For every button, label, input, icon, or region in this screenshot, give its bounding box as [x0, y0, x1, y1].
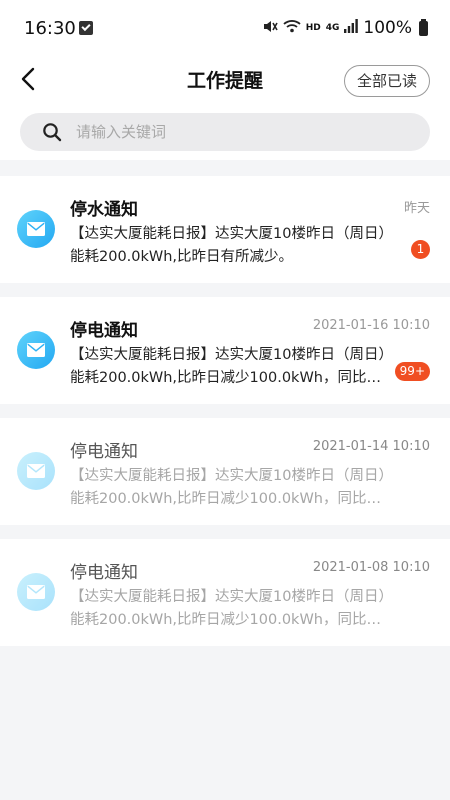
message-title: 停电通知 [70, 563, 138, 583]
envelope-icon [17, 573, 55, 611]
message-body: 【达实大厦能耗日报】达实大厦10楼昨日（周日）能耗200.0kWh,比昨日减少1… [70, 468, 386, 507]
message-card-1[interactable]: 停水通知 昨天 【达实大厦能耗日报】达实大厦10楼昨日（周日）能耗200.0kW… [0, 176, 450, 283]
message-title: 停电通知 [70, 442, 138, 462]
message-card-4[interactable]: 停电通知 2021-01-08 10:10 【达实大厦能耗日报】达实大厦10楼昨… [0, 539, 450, 646]
status-time: 16:30 [24, 18, 76, 39]
signal-icon [344, 19, 359, 37]
battery-percent: 100% [363, 18, 412, 38]
unread-badge: 1 [411, 240, 430, 259]
message-body: 【达实大厦能耗日报】达实大厦10楼昨日（周日）能耗200.0kWh,比昨日减少1… [70, 347, 386, 386]
network-type: 4G [325, 23, 340, 33]
message-card-3[interactable]: 停电通知 2021-01-14 10:10 【达实大厦能耗日报】达实大厦10楼昨… [0, 418, 450, 525]
search-input[interactable] [76, 113, 416, 151]
message-time: 2021-01-08 10:10 [312, 560, 430, 575]
unread-badge: 99+ [394, 362, 430, 381]
message-body: 【达实大厦能耗日报】达实大厦10楼昨日（周日）能耗200.0kWh,比昨日有所减… [70, 226, 386, 265]
message-body: 【达实大厦能耗日报】达实大厦10楼昨日（周日）能耗200.0kWh,比昨日减少1… [70, 589, 386, 628]
message-time: 2021-01-14 10:10 [312, 439, 430, 454]
status-indicators: HD 4G 100% [262, 18, 428, 38]
message-time: 2021-01-16 10:10 [312, 318, 430, 333]
mark-all-read-button[interactable]: 全部已读 [344, 65, 430, 97]
notification-check-icon [79, 21, 93, 35]
message-card-2[interactable]: 停电通知 2021-01-16 10:10 【达实大厦能耗日报】达实大厦10楼昨… [0, 297, 450, 404]
message-title: 停电通知 [70, 321, 138, 341]
search-area [0, 102, 450, 160]
wifi-icon [283, 19, 301, 37]
envelope-icon [17, 210, 55, 248]
nav-bar: 工作提醒 全部已读 [0, 58, 450, 102]
mute-icon [262, 19, 278, 38]
message-time: 昨天 [403, 201, 430, 216]
search-icon [42, 122, 62, 142]
hd-indicator: HD [305, 23, 321, 33]
message-title: 停水通知 [70, 200, 138, 220]
battery-icon [419, 18, 428, 36]
chevron-left-icon[interactable] [18, 66, 42, 92]
search-box[interactable] [20, 113, 430, 151]
envelope-icon [17, 452, 55, 490]
status-bar: 16:30 HD 4G 100% [0, 0, 450, 58]
envelope-icon [17, 331, 55, 369]
